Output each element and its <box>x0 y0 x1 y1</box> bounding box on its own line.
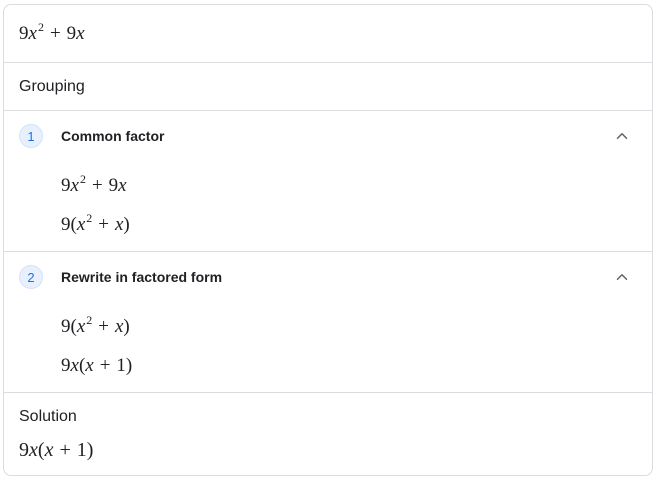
variable: x <box>76 316 86 337</box>
math-part: 1 <box>76 439 87 461</box>
solution-label: Solution <box>19 408 77 425</box>
step-line: 9x2 +9x <box>61 172 127 197</box>
variable: x <box>44 439 54 461</box>
step-line: 9(x2 + x) <box>61 211 130 236</box>
step-number-badge: 2 <box>19 265 43 289</box>
operator: + <box>98 316 109 337</box>
problem-expression: 9x2 +9x <box>4 5 652 63</box>
math-part: 9 <box>108 175 119 196</box>
math-part: 9( <box>61 316 77 337</box>
variable: x <box>76 22 85 44</box>
variable: x <box>29 439 38 461</box>
math-part: ( <box>37 439 45 461</box>
step-title: Common factor <box>61 128 165 144</box>
coefficient: 9 <box>66 22 77 44</box>
math-part: 9 <box>61 355 71 376</box>
method-label: Grouping <box>4 63 652 111</box>
math-part: ) <box>125 355 133 376</box>
step-common-factor: 1 Common factor 9x2 +9x 9(x2 + x) <box>4 111 652 252</box>
step-title: Rewrite in factored form <box>61 269 223 285</box>
variable: x <box>70 355 79 376</box>
variable: x <box>118 175 127 196</box>
step-header[interactable]: 1 Common factor <box>19 123 637 149</box>
solution-section: Solution 9x(x +1) <box>4 393 652 475</box>
step-line: 9x(x +1) <box>61 355 132 377</box>
variable: x <box>28 22 37 44</box>
math-part: 9 <box>61 175 71 196</box>
variable: x <box>85 355 94 376</box>
method-name: Grouping <box>19 77 85 95</box>
solution-math: 9x(x +1) <box>19 439 93 462</box>
math-part: 9 <box>19 439 29 461</box>
operator: + <box>91 175 103 196</box>
chevron-up-icon[interactable] <box>613 268 631 286</box>
operator: + <box>99 355 111 376</box>
solution-card: 9x2 +9x Grouping 1 Common factor 9x2 +9x 9… <box>3 4 653 476</box>
math-part: 1 <box>116 355 126 376</box>
step-number-badge: 1 <box>19 124 43 148</box>
operator: + <box>98 214 109 235</box>
coefficient: 9 <box>19 22 29 44</box>
exponent: 2 <box>86 313 93 327</box>
operator: + <box>49 22 61 44</box>
operator: + <box>59 439 71 461</box>
exponent: 2 <box>79 172 86 186</box>
variable: x <box>76 214 86 235</box>
problem-math: 9x2 +9x <box>19 19 85 45</box>
math-part: ) <box>123 316 130 337</box>
step-line: 9(x2 + x) <box>61 313 130 338</box>
math-part: 9( <box>61 214 77 235</box>
variable: x <box>70 175 79 196</box>
exponent: 2 <box>86 211 93 225</box>
step-header[interactable]: 2 Rewrite in factored form <box>19 264 637 290</box>
math-part: ) <box>123 214 130 235</box>
exponent: 2 <box>37 19 44 34</box>
step-rewrite-factored: 2 Rewrite in factored form 9(x2 + x) 9x(x +… <box>4 252 652 393</box>
chevron-up-icon[interactable] <box>613 127 631 145</box>
math-part: ) <box>86 439 94 461</box>
